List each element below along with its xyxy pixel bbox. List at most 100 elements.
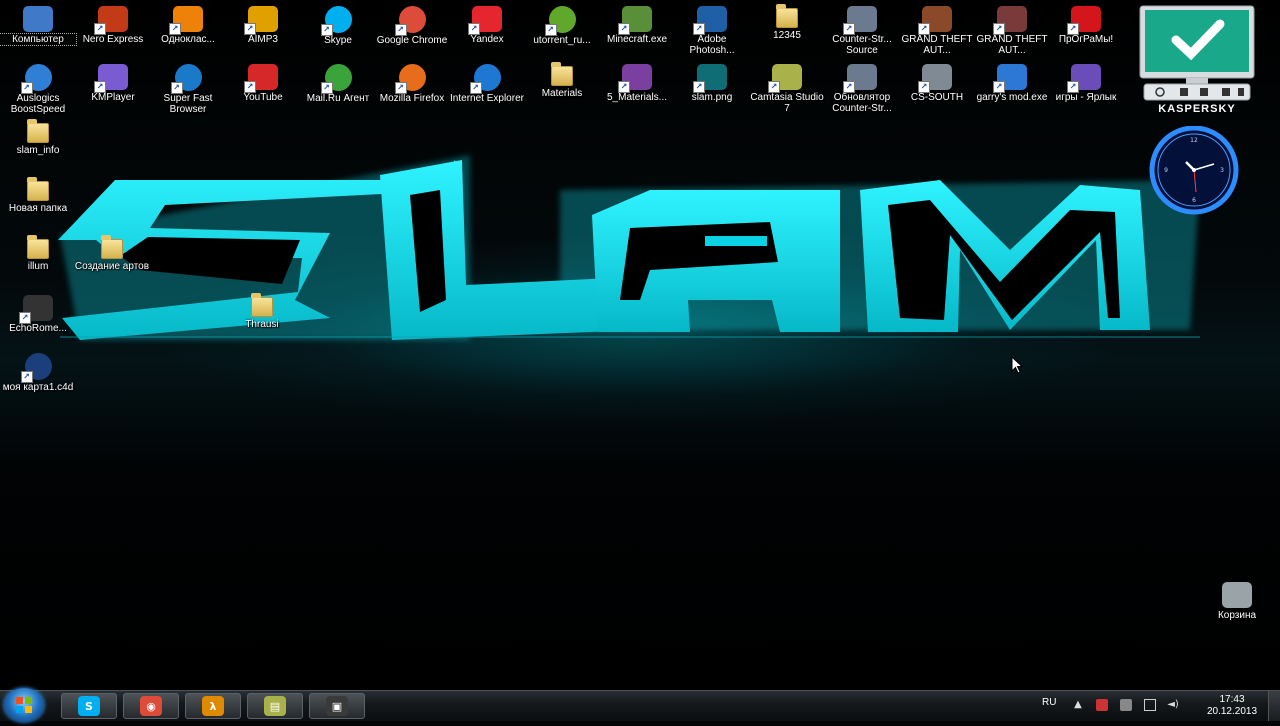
desktop-icon-14[interactable]: ↗ ПрОгРаМы!	[1048, 3, 1124, 59]
desktop-icon-17[interactable]: ↗ Super Fast Browser	[150, 61, 226, 117]
desktop-icon-26[interactable]: ↗ Обновлятор Counter-Str...	[824, 61, 900, 117]
recycle-bin-icon	[1222, 582, 1252, 608]
desktop-icon-32[interactable]: illum	[0, 234, 76, 290]
desktop-icon-label: Компьютер	[0, 33, 77, 46]
shortcut-arrow-icon: ↗	[993, 81, 1005, 93]
desktop-icon-label: Super Fast Browser	[163, 93, 213, 115]
desktop-icon-19[interactable]: ↗ Mail.Ru Агент	[300, 61, 376, 117]
odnoklassniki-icon: ↗	[169, 6, 203, 35]
clock-gadget[interactable]: 12 3 6 9	[1134, 125, 1254, 216]
desktop-icon-label: 12345	[773, 30, 801, 41]
desktop-icon-34[interactable]: Thrausi	[224, 292, 300, 348]
desktop-icon-2[interactable]: ↗ Одноклас...	[150, 3, 226, 59]
show-desktop-button[interactable]	[1268, 691, 1280, 721]
skype-icon: S	[78, 696, 100, 716]
desktop-icon-4[interactable]: ↗ Skype	[300, 3, 376, 59]
volume-icon[interactable]: ◄)	[1167, 699, 1179, 711]
kaspersky-tray-icon[interactable]	[1120, 699, 1132, 711]
desktop-icon-label: Корзина	[1217, 610, 1257, 621]
desktop-icon-25[interactable]: ↗ Camtasia Studio 7	[749, 61, 825, 117]
desktop-icon-5[interactable]: ↗ Google Chrome	[374, 3, 450, 59]
shortcut-arrow-icon: ↗	[768, 81, 780, 93]
kaspersky-label: KASPERSKY	[1158, 103, 1236, 115]
desktop-icon-label: garry's mod.exe	[976, 92, 1048, 103]
desktop-icon-label: Counter-Str... Source	[832, 34, 892, 56]
network-icon[interactable]	[1144, 699, 1156, 711]
shortcut-arrow-icon: ↗	[170, 82, 183, 94]
desktop-icon-label: Новая папка	[8, 203, 68, 214]
shortcut-arrow-icon: ↗	[993, 23, 1005, 35]
desktop-icon-1[interactable]: ↗ Nero Express	[75, 3, 151, 59]
desktop-icon-12[interactable]: ↗ GRAND THEFT AUT...	[899, 3, 975, 59]
desktop-icon-label: illum	[27, 261, 49, 272]
kaspersky-gadget[interactable]: KASPERSKY	[1136, 4, 1258, 122]
language-indicator[interactable]: RU	[1042, 697, 1056, 708]
photoshop-icon: ↗	[693, 6, 727, 35]
counter-strike-source-icon: ↗	[843, 6, 877, 35]
desktop[interactable]: Компьютер ↗ Nero Express ↗ Одноклас... ↗ AIMP3…	[0, 0, 1280, 690]
desktop-icon-label: Nero Express	[82, 34, 144, 45]
taskbar-app-button-0[interactable]: S	[61, 693, 117, 719]
desktop-icon-8[interactable]: ↗ Minecraft.exe	[599, 3, 675, 59]
desktop-icon-9[interactable]: ↗ Adobe Photosh...	[674, 3, 750, 59]
desktop-icon-16[interactable]: ↗ KMPlayer	[75, 61, 151, 117]
shortcut-arrow-icon: ↗	[20, 371, 33, 383]
webcam-icon: ▣	[326, 696, 348, 716]
desktop-icon-33[interactable]: Создание артов	[74, 234, 150, 290]
desktop-icon-21[interactable]: ↗ Internet Explorer	[449, 61, 525, 117]
desktop-icon-18[interactable]: ↗ YouTube	[225, 61, 301, 117]
desktop-icon-28[interactable]: ↗ garry's mod.exe	[974, 61, 1050, 117]
skype-icon: ↗	[320, 6, 352, 36]
desktop-icon-27[interactable]: ↗ CS-SOUTH	[899, 61, 975, 117]
yandex-icon: ↗	[468, 6, 502, 35]
shortcut-arrow-icon: ↗	[693, 23, 705, 35]
desktop-icon-37[interactable]: Корзина	[1199, 579, 1275, 635]
show-hidden-icons-icon[interactable]: ▲	[1072, 699, 1084, 711]
folder-icon	[251, 293, 273, 317]
half-life-icon: λ	[202, 696, 224, 716]
desktop-icon-22[interactable]: Materials	[524, 61, 600, 117]
desktop-icon-31[interactable]: Новая папка	[0, 176, 76, 232]
cinema4d-icon: ↗	[20, 353, 52, 383]
gta-icon: ↗	[918, 6, 952, 35]
system-clock[interactable]: 17:43 20.12.2013	[1200, 694, 1264, 718]
shortcut-arrow-icon: ↗	[618, 23, 630, 35]
mailru-agent-icon: ↗	[320, 64, 352, 94]
desktop-icon-10[interactable]: 12345	[749, 3, 825, 59]
taskbar-app-button-3[interactable]: ▤	[247, 693, 303, 719]
shortcut-arrow-icon: ↗	[918, 81, 930, 93]
desktop-icon-30[interactable]: slam_info	[0, 118, 76, 174]
microphone-icon: ↗	[19, 295, 53, 324]
taskbar-app-button-1[interactable]: ◉	[123, 693, 179, 719]
desktop-icon-13[interactable]: ↗ GRAND THEFT AUT...	[974, 3, 1050, 59]
windows-logo-icon	[16, 697, 32, 713]
desktop-icon-35[interactable]: ↗ EchoRome...	[0, 292, 76, 348]
desktop-icon-6[interactable]: ↗ Yandex	[449, 3, 525, 59]
desktop-icon-label: Camtasia Studio 7	[750, 92, 824, 114]
desktop-icon-11[interactable]: ↗ Counter-Str... Source	[824, 3, 900, 59]
desktop-icon-20[interactable]: ↗ Mozilla Firefox	[374, 61, 450, 117]
shortcut-arrow-icon: ↗	[1067, 81, 1079, 93]
desktop-icon-0[interactable]: Компьютер	[0, 3, 77, 59]
internet-explorer-icon: ↗	[469, 64, 501, 94]
desktop-icon-label: Обновлятор Counter-Str...	[832, 92, 892, 114]
desktop-icon-15[interactable]: ↗ Auslogics BoostSpeed	[0, 61, 76, 117]
desktop-icon-label: моя карта1.c4d	[2, 382, 74, 393]
desktop-icon-label: YouTube	[243, 92, 283, 103]
taskbar-app-button-2[interactable]: λ	[185, 693, 241, 719]
desktop-icon-29[interactable]: ↗ игры - Ярлык	[1048, 61, 1124, 117]
gta-icon: ↗	[993, 6, 1027, 35]
start-button[interactable]	[4, 688, 44, 722]
desktop-icon-36[interactable]: ↗ моя карта1.c4d	[0, 350, 76, 406]
shortcut-arrow-icon: ↗	[320, 82, 333, 94]
action-center-flag-icon[interactable]	[1096, 699, 1108, 711]
desktop-icon-7[interactable]: ↗ utorrent_ru...	[524, 3, 600, 59]
desktop-icon-24[interactable]: ↗ slam.png	[674, 61, 750, 117]
desktop-icon-23[interactable]: ↗ 5_Materials...	[599, 61, 675, 117]
desktop-icon-3[interactable]: ↗ AIMP3	[225, 3, 301, 59]
desktop-icon-label: Одноклас...	[161, 34, 215, 45]
taskbar-app-button-4[interactable]: ▣	[309, 693, 365, 719]
desktop-icon-label: Thrausi	[245, 319, 279, 330]
desktop-icon-label: ПрОгРаМы!	[1058, 34, 1114, 45]
shortcut-arrow-icon: ↗	[544, 24, 557, 36]
